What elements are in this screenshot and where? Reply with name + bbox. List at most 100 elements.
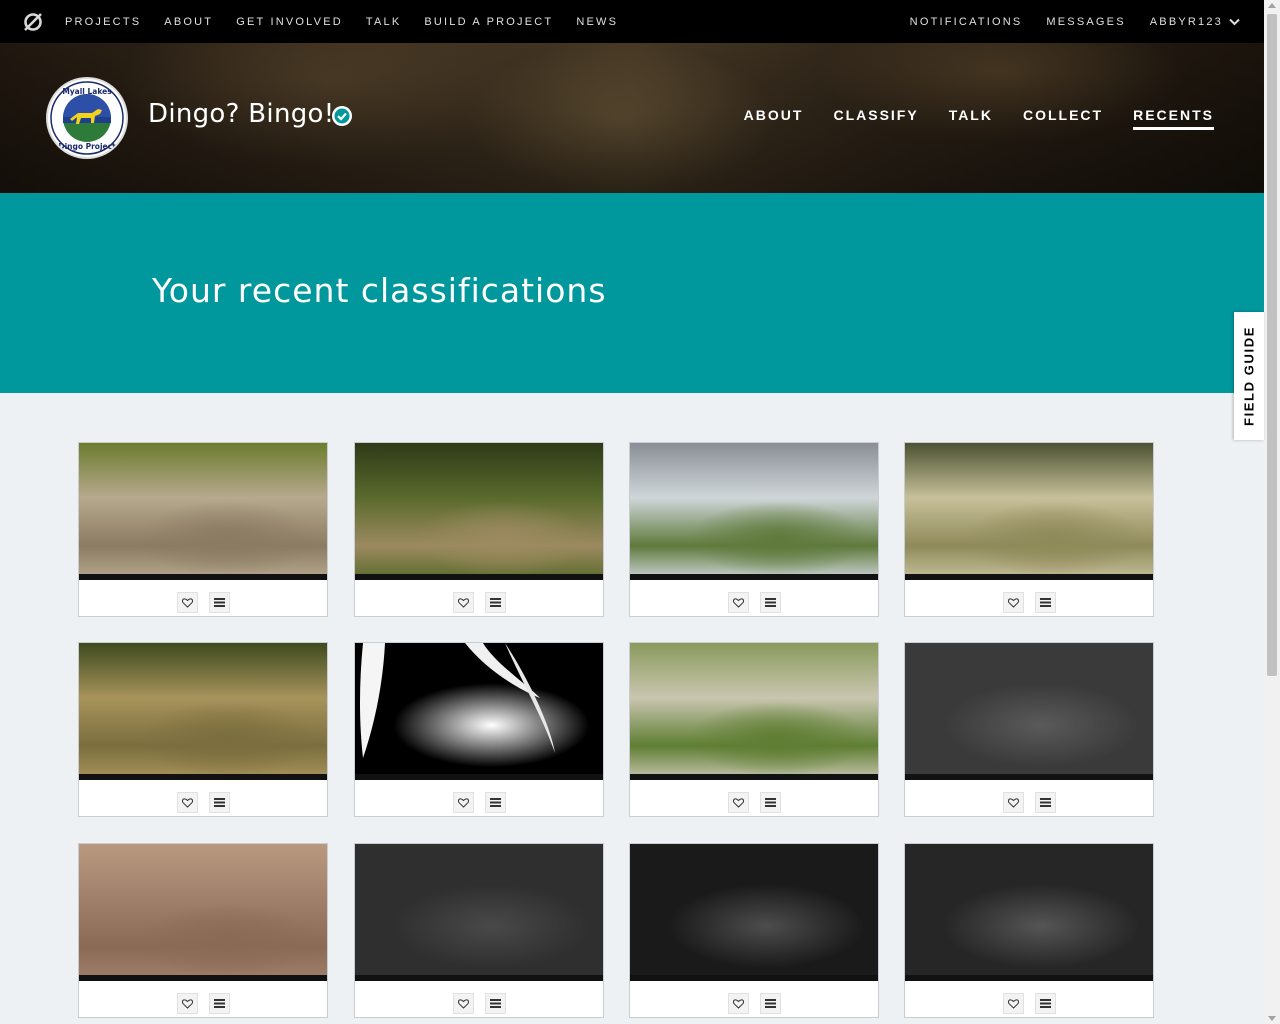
username: ABBYR123 — [1149, 15, 1223, 28]
subject-thumbnail[interactable] — [630, 443, 878, 580]
menu-lines-icon — [490, 598, 501, 607]
add-to-collection-button[interactable] — [760, 993, 781, 1014]
project-nav-recents[interactable]: RECENTS — [1133, 107, 1214, 130]
nav-projects[interactable]: PROJECTS — [65, 16, 141, 28]
heart-icon — [458, 998, 469, 1009]
project-avatar[interactable]: Myall Lakes Dingo Project — [48, 79, 126, 157]
subject-thumbnail[interactable] — [630, 643, 878, 780]
classification-card — [354, 843, 604, 1018]
favorite-button[interactable] — [1003, 592, 1024, 613]
classification-card — [78, 642, 328, 817]
nav-get-involved[interactable]: GET INVOLVED — [236, 16, 343, 28]
user-menu[interactable]: ABBYR123 — [1150, 16, 1240, 28]
heart-icon — [1008, 597, 1019, 608]
menu-lines-icon — [765, 798, 776, 807]
project-nav-collect[interactable]: COLLECT — [1023, 107, 1103, 130]
camera-info-strip — [355, 774, 603, 780]
subject-thumbnail[interactable] — [905, 844, 1153, 981]
add-to-collection-button[interactable] — [760, 792, 781, 813]
subject-thumbnail[interactable] — [355, 844, 603, 981]
project-header: Myall Lakes Dingo Project Dingo? Bingo! … — [0, 43, 1264, 193]
subject-thumbnail[interactable] — [630, 844, 878, 981]
card-actions — [79, 781, 327, 817]
card-actions — [630, 581, 878, 617]
classification-card — [904, 642, 1154, 817]
project-nav-classify[interactable]: CLASSIFY — [833, 107, 918, 130]
add-to-collection-button[interactable] — [485, 792, 506, 813]
menu-lines-icon — [214, 798, 225, 807]
nav-talk[interactable]: TALK — [366, 16, 402, 28]
nav-notifications[interactable]: NOTIFICATIONS — [910, 16, 1023, 28]
subject-thumbnail[interactable] — [79, 443, 327, 580]
add-to-collection-button[interactable] — [1035, 592, 1056, 613]
add-to-collection-button[interactable] — [485, 592, 506, 613]
add-to-collection-button[interactable] — [209, 993, 230, 1014]
favorite-button[interactable] — [728, 592, 749, 613]
zooniverse-logo-icon[interactable] — [22, 11, 44, 33]
menu-lines-icon — [214, 999, 225, 1008]
classification-card — [904, 442, 1154, 617]
add-to-collection-button[interactable] — [760, 592, 781, 613]
subject-thumbnail[interactable] — [355, 643, 603, 780]
menu-lines-icon — [490, 798, 501, 807]
card-actions — [905, 581, 1153, 617]
favorite-button[interactable] — [453, 993, 474, 1014]
favorite-button[interactable] — [177, 792, 198, 813]
menu-lines-icon — [1040, 999, 1051, 1008]
menu-lines-icon — [1040, 798, 1051, 807]
heart-icon — [458, 597, 469, 608]
nav-build-a-project[interactable]: BUILD A PROJECT — [424, 16, 553, 28]
recents-hero: Your recent classifications — [0, 193, 1264, 393]
subject-thumbnail[interactable] — [79, 643, 327, 780]
project-nav-about[interactable]: ABOUT — [744, 107, 804, 130]
card-actions — [905, 781, 1153, 817]
field-guide-label: FIELD GUIDE — [1241, 326, 1257, 426]
subject-thumbnail[interactable] — [355, 443, 603, 580]
project-nav-talk[interactable]: TALK — [949, 107, 993, 130]
heart-icon — [182, 998, 193, 1009]
heart-icon — [458, 797, 469, 808]
camera-info-strip — [905, 574, 1153, 580]
svg-text:Myall Lakes: Myall Lakes — [62, 87, 112, 96]
favorite-button[interactable] — [728, 993, 749, 1014]
camera-info-strip — [905, 774, 1153, 780]
page-scrollbar[interactable] — [1264, 0, 1280, 1024]
card-actions — [79, 581, 327, 617]
nav-news[interactable]: NEWS — [576, 16, 618, 28]
card-actions — [630, 982, 878, 1018]
nav-messages[interactable]: MESSAGES — [1046, 16, 1125, 28]
card-actions — [630, 781, 878, 817]
subject-thumbnail[interactable] — [905, 443, 1153, 580]
camera-info-strip — [905, 975, 1153, 981]
project-title[interactable]: Dingo? Bingo! — [148, 99, 334, 129]
classification-card — [629, 642, 879, 817]
camera-info-strip — [79, 975, 327, 981]
add-to-collection-button[interactable] — [209, 592, 230, 613]
favorite-button[interactable] — [177, 993, 198, 1014]
heart-icon — [733, 998, 744, 1009]
favorite-button[interactable] — [177, 592, 198, 613]
subject-thumbnail[interactable] — [905, 643, 1153, 780]
add-to-collection-button[interactable] — [1035, 792, 1056, 813]
scroll-up-arrow-icon[interactable] — [1268, 3, 1276, 8]
heart-icon — [733, 797, 744, 808]
favorite-button[interactable] — [1003, 993, 1024, 1014]
favorite-button[interactable] — [453, 792, 474, 813]
favorite-button[interactable] — [1003, 792, 1024, 813]
scroll-down-arrow-icon[interactable] — [1268, 1016, 1276, 1021]
camera-info-strip — [79, 774, 327, 780]
add-to-collection-button[interactable] — [209, 792, 230, 813]
add-to-collection-button[interactable] — [485, 993, 506, 1014]
favorite-button[interactable] — [453, 592, 474, 613]
project-nav: ABOUT CLASSIFY TALK COLLECT RECENTS — [714, 107, 1214, 130]
zooniverse-topbar: PROJECTS ABOUT GET INVOLVED TALK BUILD A… — [0, 0, 1264, 43]
card-actions — [905, 982, 1153, 1018]
card-actions — [79, 982, 327, 1018]
subject-thumbnail[interactable] — [79, 844, 327, 981]
nav-about[interactable]: ABOUT — [164, 16, 213, 28]
scrollbar-thumb[interactable] — [1267, 14, 1277, 676]
field-guide-tab[interactable]: FIELD GUIDE — [1234, 312, 1264, 440]
favorite-button[interactable] — [728, 792, 749, 813]
add-to-collection-button[interactable] — [1035, 993, 1056, 1014]
menu-lines-icon — [765, 999, 776, 1008]
